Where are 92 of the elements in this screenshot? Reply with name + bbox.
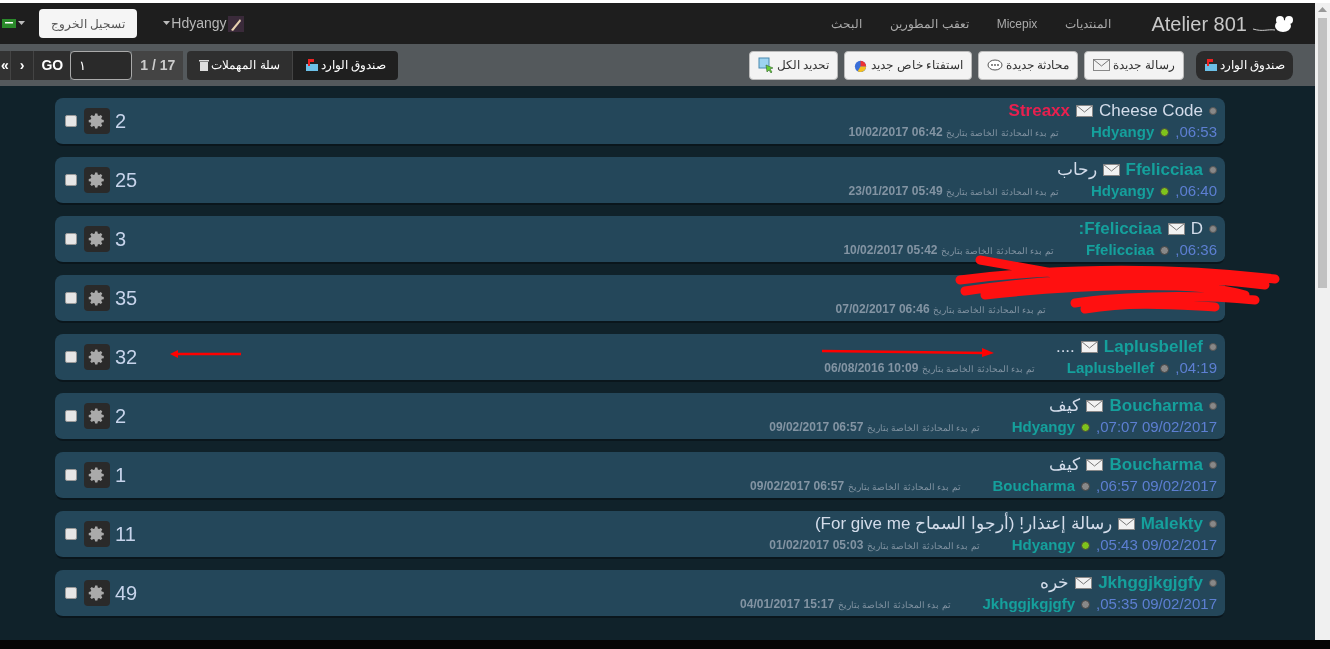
envelope-icon — [1075, 577, 1093, 589]
checkbox[interactable] — [65, 233, 77, 245]
message-count: 32 — [115, 345, 138, 370]
action-button[interactable]: تحديد الكل — [748, 50, 839, 80]
last-time: ,06:40 — [1175, 180, 1217, 201]
caret-icon[interactable] — [18, 21, 25, 26]
last-page-button[interactable]: « — [0, 50, 10, 80]
caret-icon — [163, 21, 171, 26]
last-time: ,06:53 — [1175, 121, 1217, 142]
envelope-icon — [1086, 400, 1104, 412]
envelope-icon — [1093, 59, 1111, 71]
trash-icon — [199, 59, 210, 71]
next-page-button[interactable]: › — [9, 50, 34, 80]
mailbox-icon — [304, 58, 319, 72]
folder-tab[interactable]: سلة المهملات — [187, 50, 293, 80]
last-time: ,04:19 — [1175, 357, 1217, 378]
mouse-logo-icon — [1253, 13, 1295, 34]
user-menu[interactable]: Hdyangy — [163, 13, 244, 34]
logout-button[interactable]: تسجيل الخروج — [39, 9, 138, 38]
action-button[interactable]: استفتاء خاص جديد — [844, 50, 972, 80]
conversation-participant[interactable]: كيف — [1049, 395, 1081, 417]
last-time: ,05:35 09/02/2017 — [1096, 593, 1217, 614]
envelope-icon — [1167, 223, 1185, 235]
site-title[interactable]: Atelier 801 — [1151, 8, 1247, 39]
conversation-title[interactable]: Cheese Code — [1099, 100, 1203, 122]
settings-button[interactable] — [84, 167, 110, 193]
message-count: 2 — [115, 404, 127, 429]
settings-button[interactable] — [84, 108, 110, 134]
message-count: 35 — [115, 286, 138, 311]
settings-button[interactable] — [84, 521, 110, 547]
arrow-drawing — [170, 350, 242, 358]
gear-icon — [88, 584, 106, 602]
gear-icon — [88, 171, 106, 189]
conversation-participant[interactable]: خره — [1040, 572, 1070, 594]
inbox-button[interactable]: صندوق الوارد — [1195, 50, 1293, 80]
go-button[interactable]: GO — [33, 50, 71, 80]
action-button[interactable]: محادثة جديدة — [977, 50, 1079, 80]
settings-button[interactable] — [84, 226, 110, 252]
checkbox[interactable] — [65, 528, 77, 540]
message-count: 1 — [115, 463, 127, 488]
last-time: ,06:36 — [1175, 239, 1217, 260]
scrollbar[interactable] — [1315, 3, 1330, 640]
message-count: 49 — [115, 581, 138, 606]
envelope-icon — [1076, 105, 1094, 117]
conversation-participant[interactable]: رحاب — [1056, 159, 1097, 181]
page-counter: 1 / 17 — [132, 50, 184, 80]
last-time: ,05:43 09/02/2017 — [1096, 534, 1217, 555]
envelope-icon — [1086, 459, 1104, 471]
last-time: ,06:57 09/02/2017 — [1096, 475, 1217, 496]
speech-bubble-icon — [986, 58, 1003, 72]
checkbox[interactable] — [65, 587, 77, 599]
last-time: ,07:07 09/02/2017 — [1096, 416, 1217, 437]
settings-button[interactable] — [84, 580, 110, 606]
nav-link[interactable]: البحث — [831, 14, 863, 33]
nav-link[interactable]: Micepix — [996, 14, 1038, 33]
conversation-participant[interactable]: كيف — [1049, 454, 1081, 476]
mailbox-icon — [1203, 58, 1218, 72]
gear-icon — [88, 466, 106, 484]
gear-icon — [88, 348, 106, 366]
nav-link[interactable]: تعقب المطورين — [890, 14, 969, 33]
message-count: 2 — [115, 109, 127, 134]
message-count: 11 — [115, 522, 136, 547]
flag-icon — [2, 19, 16, 28]
nav-link[interactable]: المنتديات — [1065, 14, 1112, 33]
settings-button[interactable] — [84, 462, 110, 488]
username: Hdyangy — [171, 14, 227, 33]
settings-button[interactable] — [84, 403, 110, 429]
folder-tab[interactable]: صندوق الوارد — [292, 50, 398, 80]
action-button[interactable]: رسالة جديدة — [1084, 50, 1184, 80]
checkbox[interactable] — [65, 410, 77, 422]
envelope-icon — [1080, 341, 1098, 353]
gear-icon — [88, 112, 106, 130]
checkbox[interactable] — [65, 351, 77, 363]
checkbox[interactable] — [65, 115, 77, 127]
message-count: 3 — [115, 227, 127, 252]
envelope-icon — [1117, 518, 1135, 530]
gear-icon — [88, 525, 106, 543]
checkbox[interactable] — [65, 469, 77, 481]
gear-icon — [88, 407, 106, 425]
conversation-title[interactable]: D — [1190, 218, 1203, 240]
conversation-participant[interactable]: .... — [1055, 336, 1075, 358]
settings-button[interactable] — [84, 285, 110, 311]
message-count: 25 — [115, 168, 138, 193]
checkbox[interactable] — [65, 292, 77, 304]
select-cursor-icon — [757, 57, 774, 73]
gear-icon — [88, 289, 106, 307]
conversation-participant[interactable]: رسالة إعتذار! (أرجوا السماح For give me) — [814, 513, 1112, 535]
gear-icon — [88, 230, 106, 248]
settings-button[interactable] — [84, 344, 110, 370]
envelope-icon — [1102, 164, 1120, 176]
page-input[interactable]: ١ — [70, 50, 133, 80]
checkbox[interactable] — [65, 174, 77, 186]
